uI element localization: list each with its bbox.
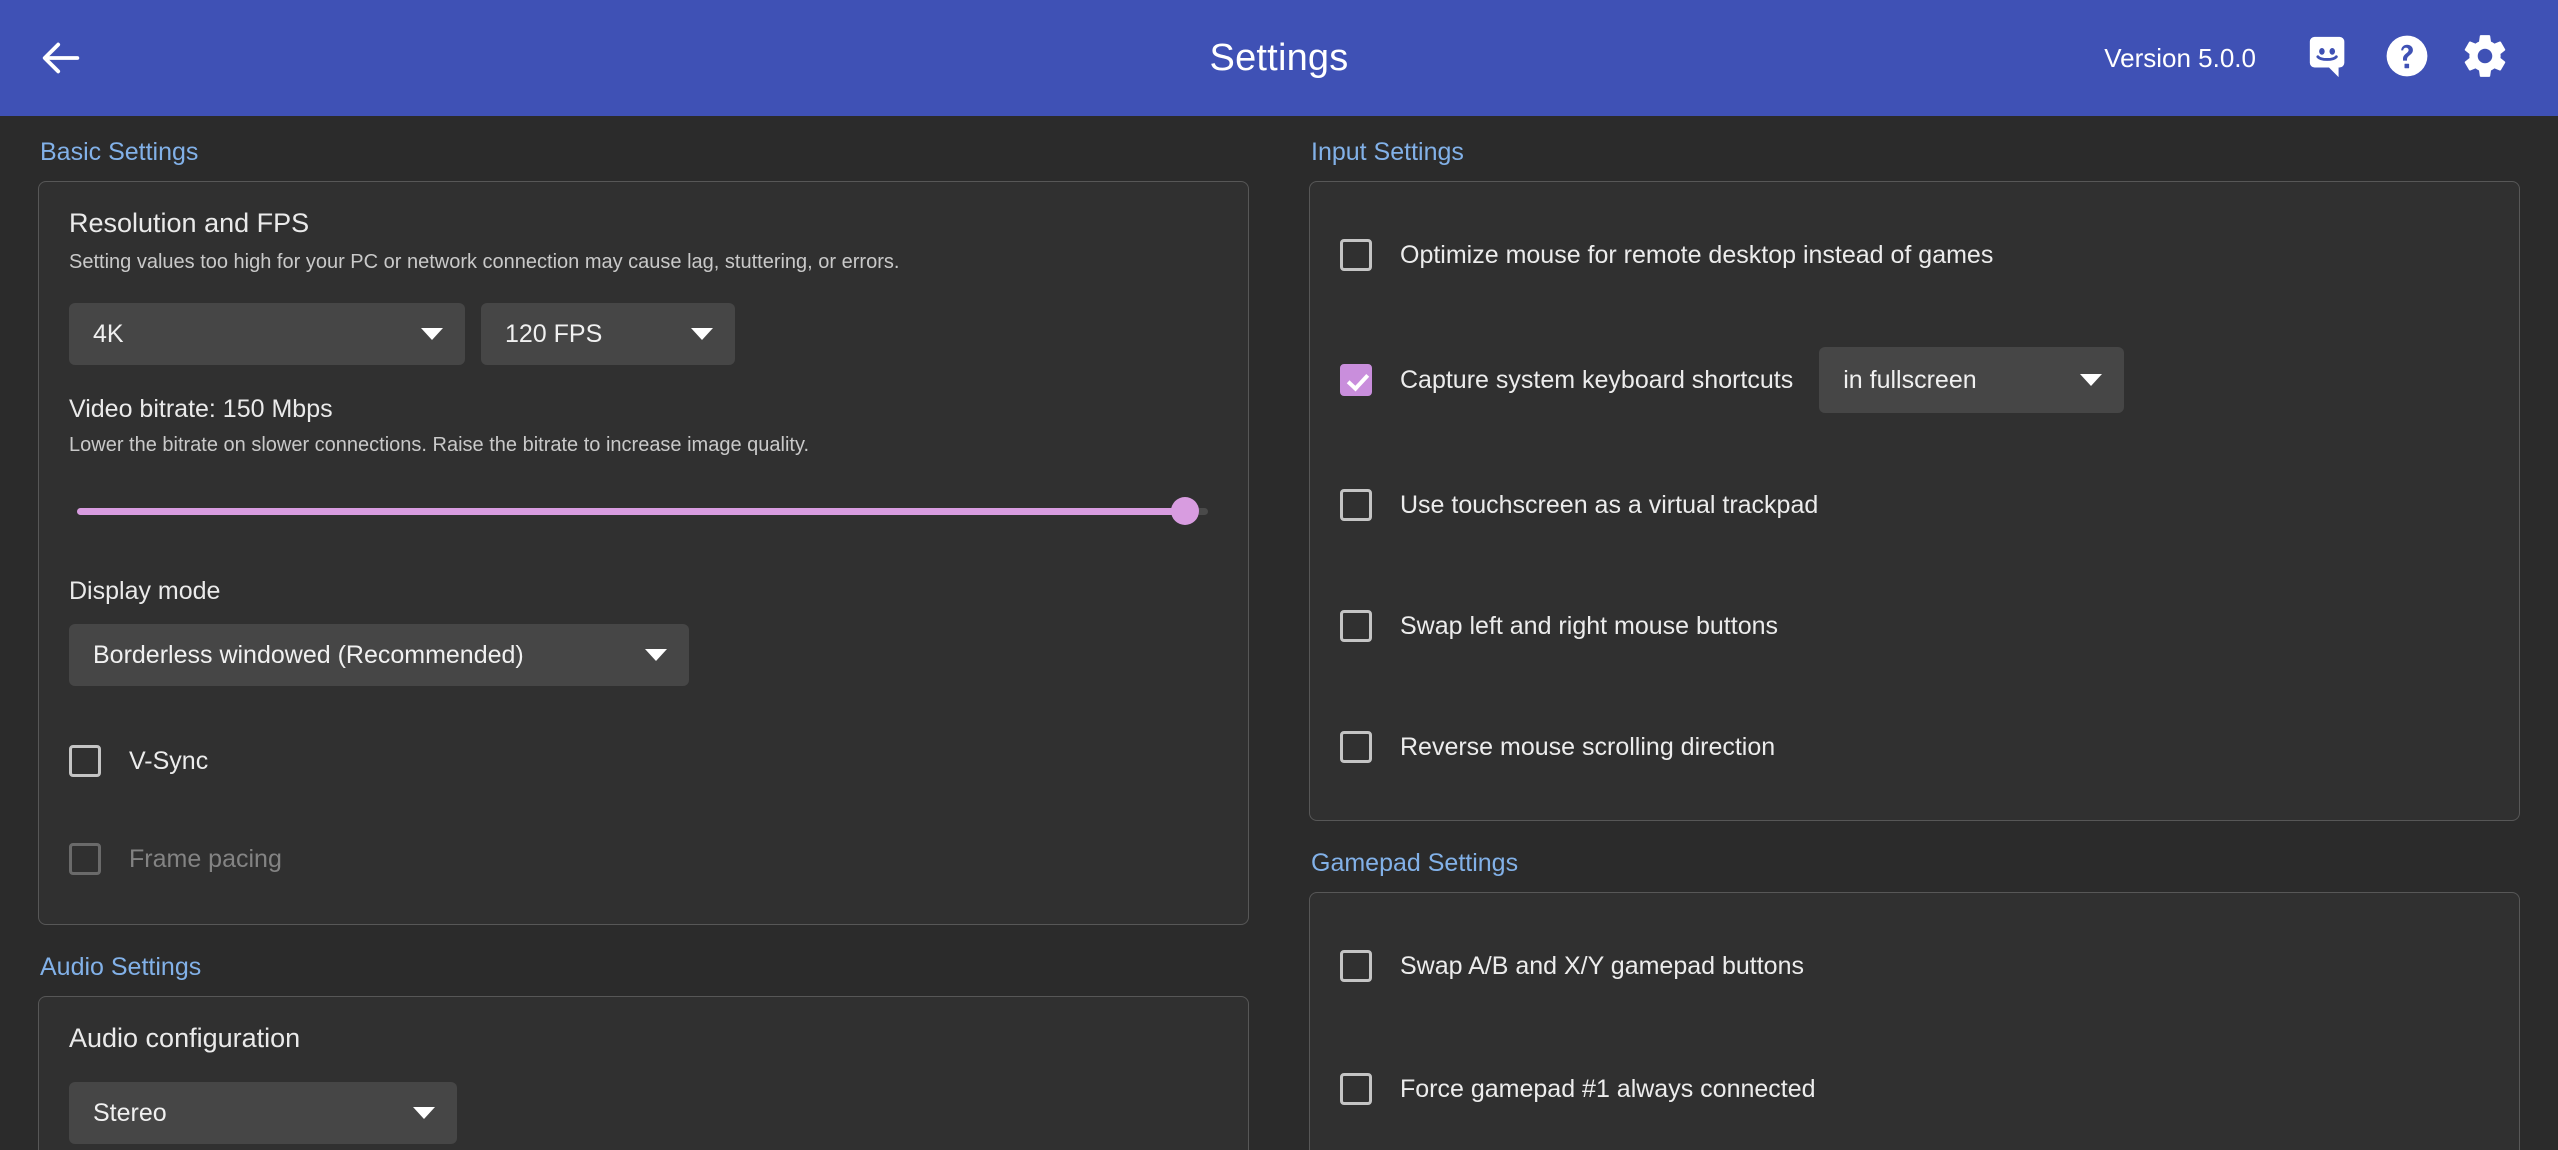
bitrate-description: Lower the bitrate on slower connections.…: [69, 434, 810, 456]
audio-configuration-card: Audio configuration Stereo: [38, 996, 1249, 1150]
app-header: Settings Version 5.0.0: [0, 0, 2558, 116]
force-gamepad-label: Force gamepad #1 always connected: [1400, 1074, 1816, 1103]
section-title-basic: Basic Settings: [40, 138, 199, 166]
audio-configuration-dropdown[interactable]: Stereo: [69, 1082, 457, 1144]
slider-fill: [77, 507, 1186, 515]
chevron-down-icon: [421, 328, 443, 340]
resolution-fps-title: Resolution and FPS: [69, 208, 310, 238]
reverse-scrolling-row[interactable]: Reverse mouse scrolling direction: [1340, 718, 2489, 776]
audio-configuration-value: Stereo: [93, 1098, 167, 1127]
chevron-down-icon: [2080, 374, 2103, 386]
fps-value: 120 FPS: [505, 319, 603, 348]
back-button[interactable]: [14, 10, 110, 106]
swap-ab-xy-checkbox[interactable]: [1340, 950, 1372, 982]
arrow-left-icon: [39, 35, 85, 81]
section-title-input: Input Settings: [1311, 138, 1464, 166]
capture-shortcuts-label: Capture system keyboard shortcuts: [1400, 365, 1794, 394]
resolution-fps-row: 4K 120 FPS: [69, 303, 1218, 365]
frame-pacing-checkbox: [69, 843, 101, 875]
section-title-audio: Audio Settings: [40, 953, 202, 981]
settings-button[interactable]: [2446, 19, 2524, 97]
swap-mouse-buttons-label: Swap left and right mouse buttons: [1400, 611, 1779, 640]
gamepad-settings-card: Swap A/B and X/Y gamepad buttons Force g…: [1309, 892, 2520, 1150]
resolution-fps-description: Setting values too high for your PC or n…: [69, 251, 900, 273]
resolution-dropdown[interactable]: 4K: [69, 303, 465, 365]
swap-mouse-buttons-checkbox[interactable]: [1340, 610, 1372, 642]
gamepad-settings-list: Swap A/B and X/Y gamepad buttons Force g…: [1340, 937, 2489, 1150]
chevron-down-icon: [691, 328, 713, 340]
capture-shortcuts-scope-value: in fullscreen: [1843, 365, 1977, 394]
display-mode-label: Display mode: [69, 577, 221, 605]
vsync-label: V-Sync: [129, 746, 209, 775]
right-column: Input Settings Optimize mouse for remote…: [1279, 116, 2558, 1150]
left-column: Basic Settings Resolution and FPS Settin…: [0, 116, 1279, 1150]
chevron-down-icon: [413, 1107, 435, 1119]
help-circle-icon: [2383, 32, 2431, 85]
resolution-fps-card: Resolution and FPS Setting values too hi…: [38, 181, 1249, 925]
discord-icon: [2306, 33, 2352, 84]
settings-content: Basic Settings Resolution and FPS Settin…: [0, 116, 2558, 1150]
resolution-value: 4K: [93, 319, 124, 348]
force-gamepad-row[interactable]: Force gamepad #1 always connected: [1340, 1060, 2489, 1118]
swap-ab-xy-row[interactable]: Swap A/B and X/Y gamepad buttons: [1340, 937, 2489, 995]
capture-shortcuts-checkbox[interactable]: [1340, 364, 1372, 396]
chevron-down-icon: [645, 649, 667, 661]
touchscreen-trackpad-row[interactable]: Use touchscreen as a virtual trackpad: [1340, 476, 2489, 534]
help-button[interactable]: [2368, 19, 2446, 97]
force-gamepad-checkbox[interactable]: [1340, 1073, 1372, 1105]
version-label: Version 5.0.0: [2104, 42, 2256, 73]
optimize-mouse-label: Optimize mouse for remote desktop instea…: [1400, 240, 1994, 269]
bitrate-label: Video bitrate: 150 Mbps: [69, 395, 333, 423]
swap-ab-xy-label: Swap A/B and X/Y gamepad buttons: [1400, 951, 1804, 980]
section-title-gamepad: Gamepad Settings: [1311, 849, 1519, 877]
display-mode-dropdown[interactable]: Borderless windowed (Recommended): [69, 624, 689, 686]
gear-icon: [2460, 31, 2510, 86]
touchscreen-trackpad-checkbox[interactable]: [1340, 489, 1372, 521]
swap-mouse-buttons-row[interactable]: Swap left and right mouse buttons: [1340, 597, 2489, 655]
frame-pacing-row: Frame pacing: [69, 830, 1218, 888]
reverse-scrolling-checkbox[interactable]: [1340, 731, 1372, 763]
vsync-checkbox[interactable]: [69, 745, 101, 777]
fps-dropdown[interactable]: 120 FPS: [481, 303, 735, 365]
capture-shortcuts-scope-dropdown[interactable]: in fullscreen: [1819, 347, 2125, 413]
optimize-mouse-checkbox[interactable]: [1340, 239, 1372, 271]
bitrate-slider[interactable]: [77, 491, 1208, 531]
frame-pacing-label: Frame pacing: [129, 844, 282, 873]
input-settings-list: Optimize mouse for remote desktop instea…: [1340, 226, 2489, 776]
header-actions: Version 5.0.0: [2104, 19, 2558, 97]
display-mode-value: Borderless windowed (Recommended): [93, 640, 524, 669]
capture-shortcuts-row[interactable]: Capture system keyboard shortcuts in ful…: [1340, 347, 2489, 413]
input-settings-card: Optimize mouse for remote desktop instea…: [1309, 181, 2520, 821]
reverse-scrolling-label: Reverse mouse scrolling direction: [1400, 732, 1776, 761]
touchscreen-trackpad-label: Use touchscreen as a virtual trackpad: [1400, 490, 1819, 519]
audio-configuration-title: Audio configuration: [69, 1023, 301, 1053]
slider-thumb[interactable]: [1171, 497, 1200, 525]
vsync-row[interactable]: V-Sync: [69, 732, 1218, 790]
discord-button[interactable]: [2290, 19, 2368, 97]
optimize-mouse-row[interactable]: Optimize mouse for remote desktop instea…: [1340, 226, 2489, 284]
